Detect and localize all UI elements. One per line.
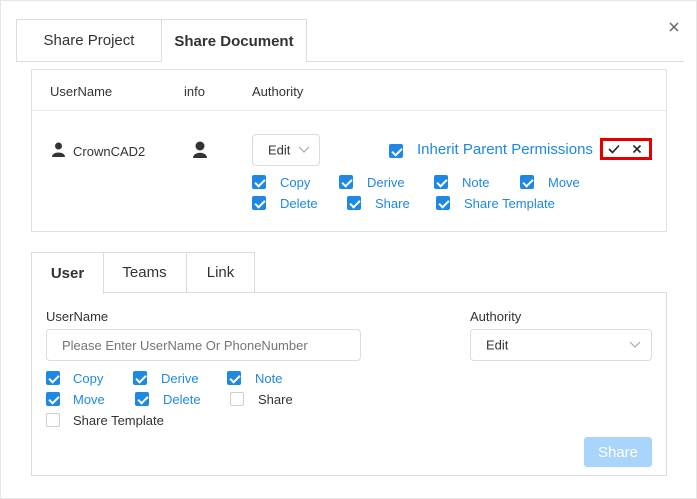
share-label: Share bbox=[258, 392, 293, 407]
tab-user[interactable]: User bbox=[31, 252, 104, 294]
authority-label: Authority bbox=[470, 309, 522, 324]
header-username: UserName bbox=[50, 84, 113, 99]
header-info: info bbox=[184, 84, 205, 99]
close-icon[interactable] bbox=[665, 18, 683, 36]
copy-label: Copy bbox=[73, 371, 104, 386]
note-label: Note bbox=[255, 371, 283, 386]
row-note-checkbox[interactable] bbox=[434, 175, 448, 189]
share-button[interactable]: Share bbox=[584, 437, 652, 467]
user-info-icon[interactable] bbox=[192, 141, 208, 159]
row-delete-checkbox[interactable] bbox=[252, 196, 266, 210]
add-user-panel bbox=[31, 292, 667, 476]
table-header: UserName info Authority bbox=[32, 70, 666, 111]
row-delete-label: Delete bbox=[280, 196, 318, 211]
share-template-label: Share Template bbox=[73, 413, 164, 428]
inherit-label: Inherit Parent Permissions bbox=[417, 141, 593, 158]
tab-share-document[interactable]: Share Document bbox=[161, 19, 307, 62]
note-checkbox[interactable] bbox=[227, 371, 241, 385]
row-share-template-checkbox[interactable] bbox=[436, 196, 450, 210]
row-share-label: Share bbox=[375, 196, 410, 211]
row-derive-label: Derive bbox=[367, 175, 405, 190]
share-checkbox[interactable] bbox=[230, 392, 244, 406]
inherit-checkbox[interactable] bbox=[389, 144, 403, 158]
delete-checkbox[interactable] bbox=[135, 392, 149, 406]
header-authority: Authority bbox=[252, 84, 304, 99]
authority-select[interactable]: Edit bbox=[470, 329, 652, 361]
row-share-template-label: Share Template bbox=[464, 196, 555, 211]
delete-label: Delete bbox=[163, 392, 201, 407]
row-authority-select[interactable]: Edit bbox=[252, 134, 320, 166]
confirm-cancel-box bbox=[600, 138, 652, 160]
chevron-down-icon bbox=[629, 341, 641, 348]
derive-checkbox[interactable] bbox=[133, 371, 147, 385]
chevron-down-icon bbox=[298, 146, 310, 153]
tab-link[interactable]: Link bbox=[186, 252, 255, 293]
user-icon bbox=[52, 142, 65, 157]
move-label: Move bbox=[73, 392, 105, 407]
row-authority-value: Edit bbox=[268, 142, 291, 158]
move-checkbox[interactable] bbox=[46, 392, 60, 406]
row-move-checkbox[interactable] bbox=[520, 175, 534, 189]
close-icon[interactable] bbox=[632, 144, 642, 154]
authority-value: Edit bbox=[486, 337, 509, 353]
copy-checkbox[interactable] bbox=[46, 371, 60, 385]
check-icon[interactable] bbox=[608, 144, 620, 154]
row-move-label: Move bbox=[548, 175, 580, 190]
tab-share-project[interactable]: Share Project bbox=[16, 19, 161, 61]
row-derive-checkbox[interactable] bbox=[339, 175, 353, 189]
username-input[interactable] bbox=[46, 329, 361, 361]
row-username: CrownCAD2 bbox=[73, 144, 146, 159]
share-dialog: Share Project Share Document UserName in… bbox=[0, 0, 697, 499]
row-note-label: Note bbox=[462, 175, 490, 190]
derive-label: Derive bbox=[161, 371, 199, 386]
tab-divider bbox=[16, 61, 684, 62]
tab-teams[interactable]: Teams bbox=[103, 252, 187, 293]
row-share-checkbox[interactable] bbox=[347, 196, 361, 210]
row-copy-label: Copy bbox=[280, 175, 311, 190]
username-label: UserName bbox=[46, 309, 109, 324]
row-copy-checkbox[interactable] bbox=[252, 175, 266, 189]
share-template-checkbox[interactable] bbox=[46, 413, 60, 427]
